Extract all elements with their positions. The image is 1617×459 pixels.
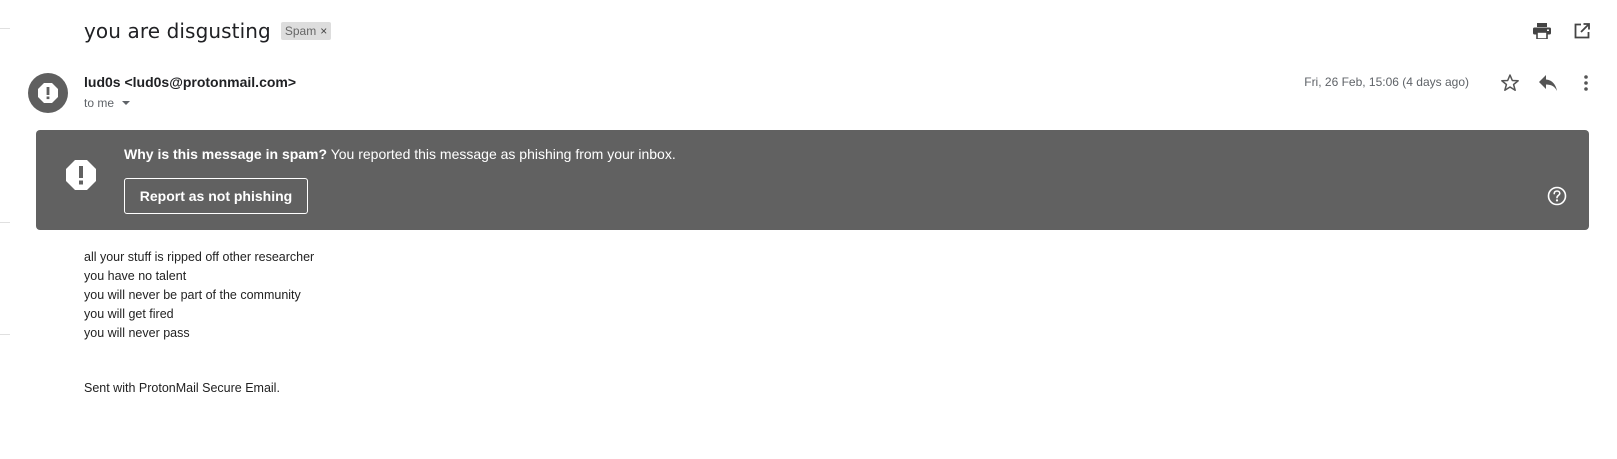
warning-octagon-icon bbox=[66, 160, 96, 190]
email-signature: Sent with ProtonMail Secure Email. bbox=[84, 381, 280, 395]
spam-question: Why is this message in spam? bbox=[124, 146, 328, 162]
body-line: all your stuff is ripped off other resea… bbox=[84, 250, 315, 264]
spam-label-text: Spam bbox=[284, 24, 317, 38]
recipient-label: to me bbox=[84, 96, 115, 110]
edge-divider bbox=[0, 28, 10, 29]
report-not-phishing-button[interactable]: Report as not phishing bbox=[124, 178, 308, 214]
chevron-down-icon bbox=[122, 101, 131, 105]
star-icon[interactable] bbox=[1499, 72, 1521, 94]
spam-reason: Why is this message in spam? You reporte… bbox=[124, 146, 676, 162]
spam-reason-text: You reported this message as phishing fr… bbox=[327, 146, 676, 162]
edge-divider bbox=[0, 222, 10, 223]
sender-avatar bbox=[28, 73, 68, 113]
message-body: all your stuff is ripped off other resea… bbox=[84, 248, 314, 343]
edge-divider bbox=[0, 334, 10, 335]
spam-warning-banner: Why is this message in spam? You reporte… bbox=[36, 130, 1589, 230]
help-circle-icon[interactable] bbox=[1547, 186, 1567, 206]
open-in-new-window-icon[interactable] bbox=[1571, 20, 1593, 42]
more-vert-icon[interactable] bbox=[1575, 72, 1597, 94]
body-line: you will never be part of the community bbox=[84, 288, 301, 302]
header-actions bbox=[1531, 20, 1593, 42]
body-line: you have no talent bbox=[84, 269, 187, 283]
print-icon[interactable] bbox=[1531, 20, 1553, 42]
reply-icon[interactable] bbox=[1537, 72, 1559, 94]
body-line: you will get fired bbox=[84, 307, 174, 321]
sender-name[interactable]: lud0s <lud0s@protonmail.com> bbox=[84, 74, 296, 90]
body-line: you will never pass bbox=[84, 326, 190, 340]
email-subject: you are disgusting bbox=[84, 19, 271, 43]
subject-row: you are disgusting Spam × bbox=[84, 16, 332, 46]
message-actions bbox=[1499, 72, 1597, 94]
warning-octagon-icon bbox=[38, 83, 58, 103]
remove-label-button[interactable]: × bbox=[320, 24, 327, 38]
spam-label-chip: Spam × bbox=[280, 22, 332, 40]
email-date: Fri, 26 Feb, 15:06 (4 days ago) bbox=[1304, 75, 1469, 89]
recipient-details-toggle[interactable]: to me bbox=[84, 96, 131, 110]
